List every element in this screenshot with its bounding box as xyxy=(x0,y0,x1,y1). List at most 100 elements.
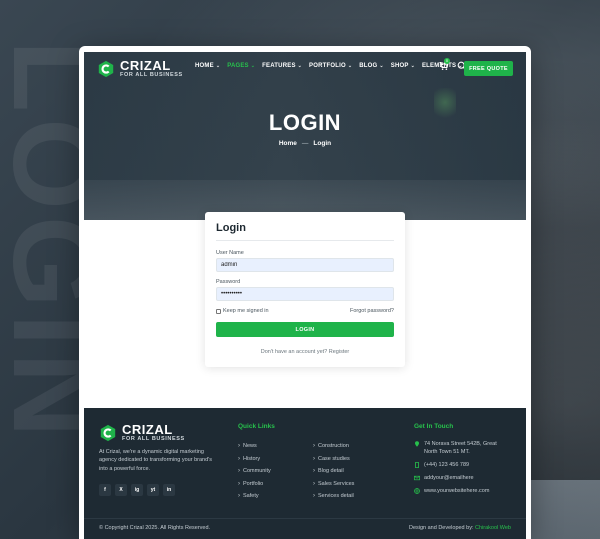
footer-link[interactable]: › Community xyxy=(238,465,271,478)
instagram-icon[interactable]: ig xyxy=(131,484,143,496)
nav-item-blog[interactable]: BLOG ⌄ xyxy=(359,63,384,69)
cart-count-badge: 0 xyxy=(444,58,450,64)
logo-name: CRIZAL xyxy=(120,58,171,73)
youtube-icon[interactable]: yt xyxy=(147,484,159,496)
logo-tagline: FOR ALL BUSINESS xyxy=(122,436,185,442)
breadcrumb: Home — Login xyxy=(84,140,526,147)
phone-icon xyxy=(415,462,419,468)
footer-link[interactable]: › News xyxy=(238,440,271,453)
free-quote-button[interactable]: FREE QUOTE xyxy=(464,61,513,76)
globe-icon xyxy=(414,488,420,494)
footer-link[interactable]: › Construction xyxy=(313,440,354,453)
nav-item-label: PAGES xyxy=(227,63,249,69)
nav-item-label: BLOG xyxy=(359,63,378,69)
main-menu: HOME ⌄ PAGES ⌄ FEATURES ⌄ PORTFOLIO ⌄ BLOG ⌄ … xyxy=(195,63,470,69)
location-pin-icon xyxy=(415,441,419,447)
chevron-right-icon: › xyxy=(238,455,240,462)
contact-website[interactable]: www.yourwebsitehere.com xyxy=(414,487,504,495)
linkedin-icon[interactable]: in xyxy=(163,484,175,496)
credits-text: Design and Developed by: Chirakool Web xyxy=(409,525,511,531)
footer-link[interactable]: › Sales Services xyxy=(313,478,354,491)
contact-list: 74 Norava Street 542B, Great North Town … xyxy=(414,440,504,500)
footer-logo[interactable]: CRIZAL FOR ALL BUSINESS xyxy=(99,423,185,443)
contact-address: 74 Norava Street 542B, Great North Town … xyxy=(414,440,504,456)
logo-tagline: FOR ALL BUSINESS xyxy=(120,72,183,78)
footer-link-label: Community xyxy=(243,468,271,475)
footer-description: At Crizal, we're a dynamic digital marke… xyxy=(99,449,212,472)
contact-phone-text: (+44) 123 456 789 xyxy=(424,462,470,468)
nav-item-shop[interactable]: SHOP ⌄ xyxy=(391,63,415,69)
forgot-password-link[interactable]: Forgot password? xyxy=(350,308,394,314)
chevron-down-icon: ⌄ xyxy=(347,63,353,69)
breadcrumb-home-link[interactable]: Home xyxy=(279,140,297,147)
password-input[interactable] xyxy=(216,287,394,301)
nav-item-home[interactable]: HOME ⌄ xyxy=(195,63,220,69)
breadcrumb-separator: — xyxy=(301,140,309,147)
cart-button[interactable]: 0 xyxy=(439,58,450,71)
logo-hexagon-icon xyxy=(98,60,114,77)
site-footer: CRIZAL FOR ALL BUSINESS At Crizal, we're… xyxy=(84,408,526,539)
site-logo[interactable]: CRIZAL FOR ALL BUSINESS xyxy=(97,59,183,79)
footer-link[interactable]: › History xyxy=(238,453,271,466)
login-card: Login User Name Password Keep me signed … xyxy=(205,212,405,367)
chevron-right-icon: › xyxy=(313,480,315,487)
chevron-right-icon: › xyxy=(238,443,240,450)
footer-link-label: Safety xyxy=(243,493,259,500)
quick-links-column-1: › News › History › Community › Portfolio › Sa… xyxy=(238,440,271,503)
register-link[interactable]: Don't have an account yet? Register xyxy=(216,349,394,355)
quick-links-column-2: › Construction › Case studies › Blog detail… xyxy=(313,440,354,503)
logo-name: CRIZAL xyxy=(122,422,173,437)
footer-link[interactable]: › Services detail xyxy=(313,490,354,503)
nav-item-features[interactable]: FEATURES ⌄ xyxy=(262,63,302,69)
footer-link-label: Sales Services xyxy=(318,480,355,487)
chevron-down-icon: ⌄ xyxy=(379,63,384,69)
login-card-title: Login xyxy=(216,222,246,234)
nav-item-pages[interactable]: PAGES ⌄ xyxy=(227,63,255,69)
facebook-icon[interactable]: f xyxy=(99,484,111,496)
nav-item-portfolio[interactable]: PORTFOLIO ⌄ xyxy=(309,63,352,69)
login-options-row: Keep me signed in Forgot password? xyxy=(216,308,394,314)
username-input[interactable] xyxy=(216,258,394,272)
footer-link[interactable]: › Portfolio xyxy=(238,478,271,491)
login-submit-button[interactable]: LOGIN xyxy=(216,322,394,337)
divider xyxy=(216,240,394,241)
chevron-down-icon: ⌄ xyxy=(297,63,303,69)
social-links: f X ig yt in xyxy=(99,484,175,496)
username-label: User Name xyxy=(216,250,244,256)
chevron-right-icon: › xyxy=(313,443,315,450)
checkbox-icon xyxy=(216,308,221,314)
footer-link-label: Services detail xyxy=(318,493,354,500)
nav-item-label: FEATURES xyxy=(262,63,296,69)
footer-link-label: Case studies xyxy=(318,455,350,462)
footer-link-label: History xyxy=(243,455,261,462)
footer-link-label: Blog detail xyxy=(318,468,344,475)
get-in-touch-title: Get In Touch xyxy=(414,423,454,430)
credits-brand-link[interactable]: Chirakool Web xyxy=(475,525,511,531)
backdrop-photo xyxy=(520,60,600,480)
contact-email-text: addyour@emailhere xyxy=(424,475,474,481)
footer-divider xyxy=(84,518,526,519)
footer-link[interactable]: › Blog detail xyxy=(313,465,354,478)
nav-item-label: PORTFOLIO xyxy=(309,63,346,69)
x-twitter-icon[interactable]: X xyxy=(115,484,127,496)
copyright-text: © Copyright Crizal 2025. All Rights Rese… xyxy=(99,525,211,531)
chevron-right-icon: › xyxy=(313,468,315,475)
contact-address-text: 74 Norava Street 542B, Great North Town … xyxy=(424,441,497,455)
remember-me-label: Keep me signed in xyxy=(223,308,269,314)
password-label: Password xyxy=(216,279,241,285)
contact-email[interactable]: addyour@emailhere xyxy=(414,474,504,482)
footer-link-label: News xyxy=(243,443,257,450)
remember-me-checkbox[interactable]: Keep me signed in xyxy=(216,308,269,314)
footer-link[interactable]: › Safety xyxy=(238,490,271,503)
footer-link[interactable]: › Case studies xyxy=(313,453,354,466)
main-navbar: CRIZAL FOR ALL BUSINESS HOME ⌄ PAGES ⌄ FEA… xyxy=(84,52,526,82)
credits-prefix: Design and Developed by: xyxy=(408,525,476,531)
chevron-right-icon: › xyxy=(238,468,240,475)
contact-website-text: www.yourwebsitehere.com xyxy=(424,488,490,494)
page-title: LOGIN xyxy=(268,110,342,135)
nav-icon-group: 0 xyxy=(439,58,467,71)
logo-hexagon-icon xyxy=(100,424,116,441)
contact-phone[interactable]: (+44) 123 456 789 xyxy=(414,461,504,469)
email-icon xyxy=(414,475,420,481)
breadcrumb-current: Login xyxy=(313,140,332,147)
